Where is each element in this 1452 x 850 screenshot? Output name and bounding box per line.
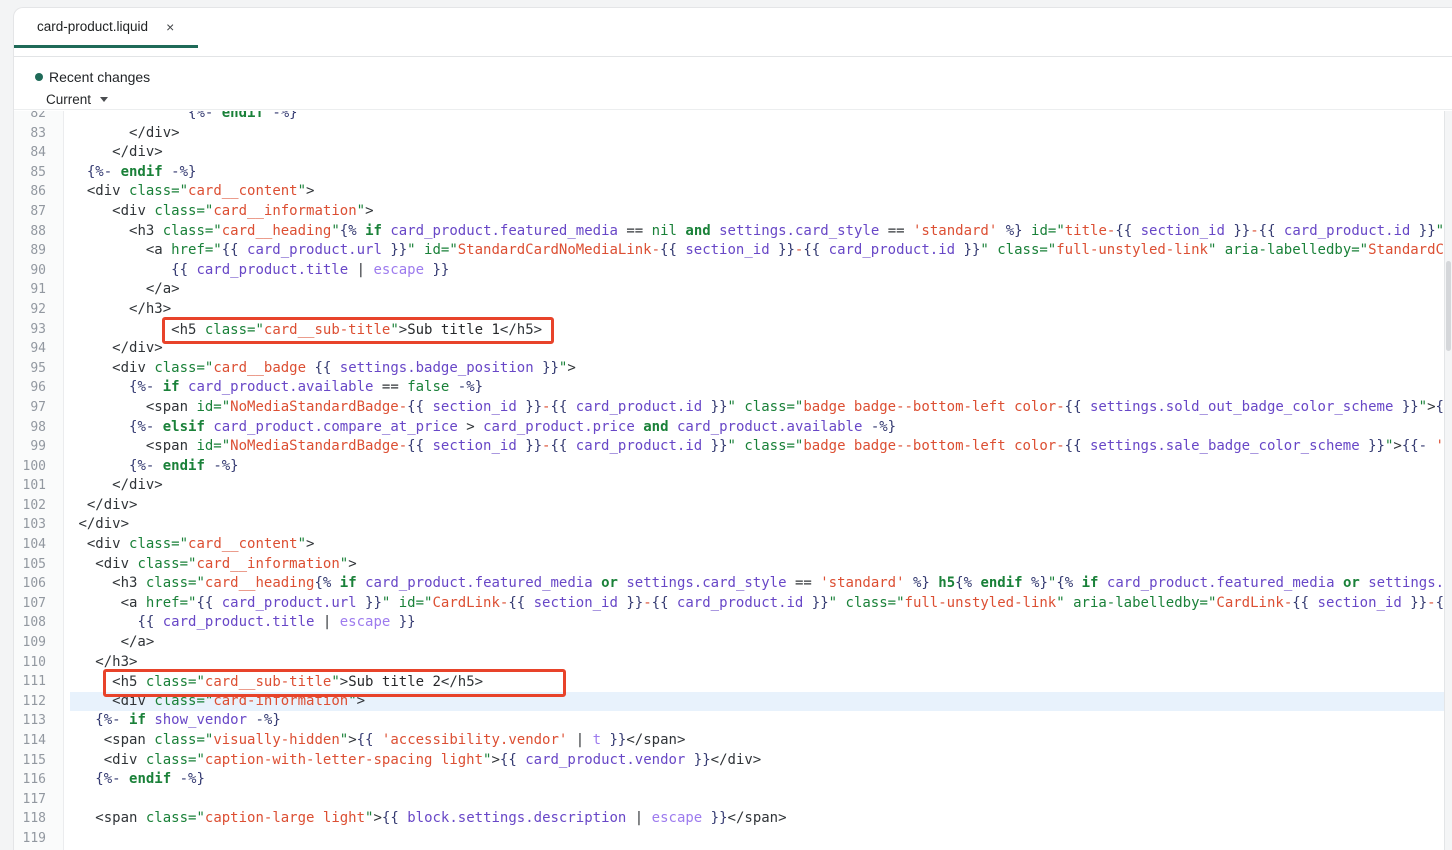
code-line[interactable]: {%- endif -%}	[70, 111, 1452, 124]
line-number: 101	[22, 478, 46, 494]
annotation-box: <h5 class="card__sub-title">Sub title 1<…	[162, 316, 555, 345]
vertical-scrollbar[interactable]	[1444, 111, 1452, 850]
line-number: 86	[30, 184, 46, 200]
line-number: 83	[30, 125, 46, 141]
line-number: 116	[22, 772, 46, 788]
annotation-box: <h5 class="card__sub-title">Sub title 2<…	[103, 669, 567, 697]
code-line[interactable]: <span id="NoMediaStandardBadge-{{ sectio…	[70, 437, 1452, 457]
tab-bar: card-product.liquid ×	[14, 8, 1452, 57]
code-line[interactable]: {%- endif -%}	[70, 163, 1452, 183]
code-line[interactable]: <a href="{{ card_product.url }}" id="Car…	[70, 594, 1452, 614]
code-line[interactable]: <span class="visually-hidden">{{ 'access…	[70, 731, 1452, 751]
line-number: 118	[22, 811, 46, 827]
line-number: 103	[22, 517, 46, 533]
code-line[interactable]: </div>	[70, 143, 1452, 163]
code-line[interactable]: <h5 class="card__sub-title">Sub title 1<…	[70, 316, 1452, 345]
status-dot-icon	[35, 73, 43, 81]
line-number: 105	[22, 556, 46, 572]
code-line[interactable]: </div>	[70, 124, 1452, 144]
code-lines: {%- endif -%} </div> </div> {%- endif -%…	[63, 111, 1452, 849]
close-tab-icon[interactable]: ×	[164, 18, 176, 36]
line-number: 115	[22, 752, 46, 768]
code-scroller: 82 83 84 85 86 87 88 89 90 91 92 93 94 95 96 97 98 99 100 1…	[14, 111, 1452, 849]
recent-changes-label: Recent changes	[49, 69, 151, 85]
code-line[interactable]: </div>	[70, 496, 1452, 516]
code-editor[interactable]: 82 83 84 85 86 87 88 89 90 91 92 93 94 95 96 97 98 99 100 1…	[14, 111, 1452, 850]
line-number: 87	[30, 203, 46, 219]
code-line[interactable]: <div class="card__information">	[70, 202, 1452, 222]
line-number: 92	[30, 301, 46, 317]
code-line[interactable]: <div class="card__information">	[70, 555, 1452, 575]
code-line[interactable]: {%- elsif card_product.compare_at_price …	[70, 418, 1452, 438]
line-number: 94	[30, 341, 46, 357]
line-number: 104	[22, 537, 46, 553]
code-line[interactable]: </a>	[70, 633, 1452, 653]
line-number: 113	[22, 713, 46, 729]
line-number: 84	[30, 145, 46, 161]
code-line[interactable]: <h5 class="card__sub-title">Sub title 2<…	[70, 669, 1452, 697]
code-line[interactable]: {%- if show_vendor -%}	[70, 711, 1452, 731]
line-number: 111	[22, 674, 46, 690]
line-number: 112	[22, 693, 46, 709]
code-editor-panel: card-product.liquid × Recent changes Cur…	[13, 7, 1452, 850]
code-line[interactable]: </div>	[70, 476, 1452, 496]
code-line[interactable]: {%- if card_product.available == false -…	[70, 378, 1452, 398]
line-number: 114	[22, 733, 46, 748]
recent-changes-header: Recent changes Current	[14, 57, 1452, 110]
line-number: 95	[30, 360, 46, 376]
line-number: 117	[22, 791, 46, 807]
line-number: 107	[22, 595, 46, 611]
code-line[interactable]: <h3 class="card__heading"{% if card_prod…	[70, 222, 1452, 242]
code-line[interactable]: </div>	[70, 515, 1452, 535]
code-line[interactable]: {{ card_product.title | escape }}	[70, 261, 1452, 281]
line-number: 97	[30, 399, 46, 415]
code-line[interactable]: <div class="card__content">	[70, 182, 1452, 202]
line-number: 106	[22, 576, 46, 592]
line-number-gutter: 82 83 84 85 86 87 88 89 90 91 92 93 94 95 96 97 98 99 100 1…	[14, 111, 63, 849]
chevron-down-icon	[100, 96, 109, 102]
line-number: 119	[22, 830, 46, 846]
line-number: 82	[30, 111, 46, 121]
line-number: 91	[30, 282, 46, 298]
scrollbar-thumb[interactable]	[1446, 261, 1451, 351]
code-line[interactable]: <div class="card__badge {{ settings.badg…	[70, 359, 1452, 379]
code-line[interactable]: <div class="caption-with-letter-spacing …	[70, 751, 1452, 771]
tab-title: card-product.liquid	[37, 19, 149, 34]
line-number: 100	[22, 458, 46, 474]
code-line[interactable]: {%- endif -%}	[70, 770, 1452, 790]
code-line[interactable]: <span id="NoMediaStandardBadge-{{ sectio…	[70, 398, 1452, 418]
line-number: 98	[30, 419, 46, 435]
line-number: 102	[22, 497, 46, 513]
code-line[interactable]: <a href="{{ card_product.url }}" id="Sta…	[70, 241, 1452, 261]
code-line[interactable]: {%- endif -%}	[70, 457, 1452, 477]
code-line[interactable]	[70, 790, 1452, 810]
line-number: 109	[22, 635, 46, 651]
version-dropdown[interactable]: Current	[46, 90, 109, 108]
line-number: 93	[30, 321, 46, 337]
tab-card-product-liquid[interactable]: card-product.liquid ×	[14, 8, 199, 48]
line-number: 89	[30, 243, 46, 259]
code-line[interactable]: <div class="card__content">	[70, 535, 1452, 555]
code-line[interactable]: <span class="caption-large light">{{ blo…	[70, 809, 1452, 829]
version-label: Current	[46, 91, 92, 107]
line-number: 85	[30, 164, 46, 180]
line-number: 108	[22, 615, 46, 631]
recent-changes-status: Recent changes	[14, 57, 1452, 87]
line-number: 90	[30, 262, 46, 278]
line-number: 88	[30, 223, 46, 239]
code-line[interactable]: <h3 class="card__heading{% if card_produ…	[70, 574, 1452, 594]
line-number: 99	[30, 439, 46, 455]
line-number: 96	[30, 380, 46, 396]
code-line[interactable]: </a>	[70, 280, 1452, 300]
line-number: 110	[22, 654, 46, 670]
code-line[interactable]: {{ card_product.title | escape }}	[70, 613, 1452, 633]
code-line[interactable]	[70, 829, 1452, 849]
